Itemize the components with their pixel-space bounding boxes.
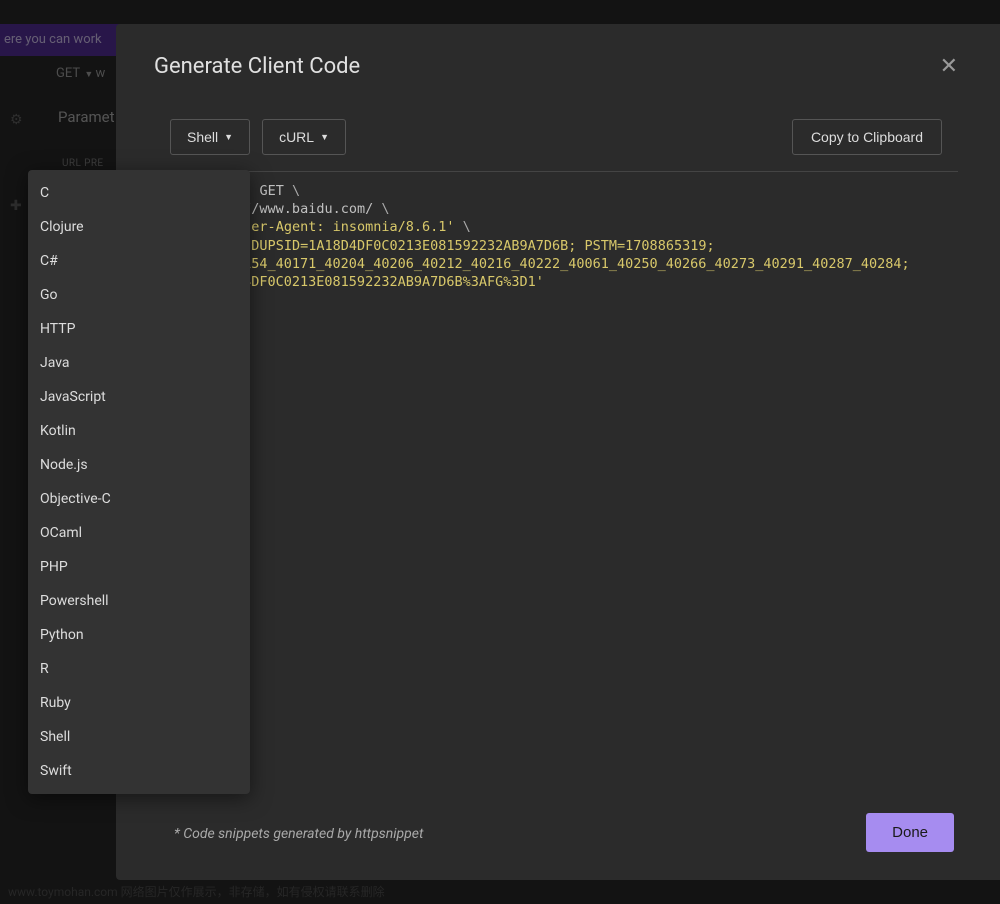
language-option[interactable]: Swift <box>28 754 250 788</box>
modal-header: Generate Client Code ✕ <box>154 54 958 79</box>
language-dropdown[interactable]: Shell ▼ <box>170 119 250 155</box>
language-option[interactable]: Python <box>28 618 250 652</box>
language-dropdown-label: Shell <box>187 129 218 145</box>
language-option[interactable]: Powershell <box>28 584 250 618</box>
code-token: 'User-Agent: insomnia/8.6.1' <box>227 219 455 235</box>
language-option[interactable]: Objective-C <box>28 482 250 516</box>
close-icon[interactable]: ✕ <box>940 54 958 79</box>
language-option[interactable]: PHP <box>28 550 250 584</box>
language-option[interactable]: C <box>28 176 250 210</box>
language-option[interactable]: R <box>28 652 250 686</box>
variant-dropdown[interactable]: cURL ▼ <box>262 119 346 155</box>
language-option[interactable]: OCaml <box>28 516 250 550</box>
language-option[interactable]: Kotlin <box>28 414 250 448</box>
modal-title: Generate Client Code <box>154 54 360 79</box>
language-option[interactable]: Node.js <box>28 448 250 482</box>
language-option[interactable]: Java <box>28 346 250 380</box>
variant-dropdown-label: cURL <box>279 129 314 145</box>
code-token: 'BIDUPSID=1A18D4DF0C0213E081592232AB9A7D… <box>227 238 715 254</box>
copy-to-clipboard-button[interactable]: Copy to Clipboard <box>792 119 942 155</box>
language-option[interactable]: Ruby <box>28 686 250 720</box>
snippet-footnote: * Code snippets generated by httpsnippet <box>174 826 958 842</box>
code-token: GET <box>259 183 283 199</box>
language-option[interactable]: HTTP <box>28 312 250 346</box>
language-option[interactable]: Shell <box>28 720 250 754</box>
chevron-down-icon: ▼ <box>224 132 233 142</box>
done-button[interactable]: Done <box>866 813 954 852</box>
language-option[interactable]: Clojure <box>28 210 250 244</box>
language-option[interactable]: C# <box>28 244 250 278</box>
language-menu[interactable]: CClojureC#GoHTTPJavaJavaScriptKotlinNode… <box>28 170 250 794</box>
code-token: _PSSID=40154_40171_40204_40206_40212_402… <box>170 256 910 272</box>
code-toolbar: Shell ▼ cURL ▼ Copy to Clipboard <box>154 119 958 155</box>
chevron-down-icon: ▼ <box>320 132 329 142</box>
code-snippet[interactable]: --request GET \ url http://www.baidu.com… <box>154 171 958 301</box>
language-option[interactable]: JavaScript <box>28 380 250 414</box>
toolbar-left: Shell ▼ cURL ▼ <box>170 119 346 155</box>
language-option[interactable]: Go <box>28 278 250 312</box>
